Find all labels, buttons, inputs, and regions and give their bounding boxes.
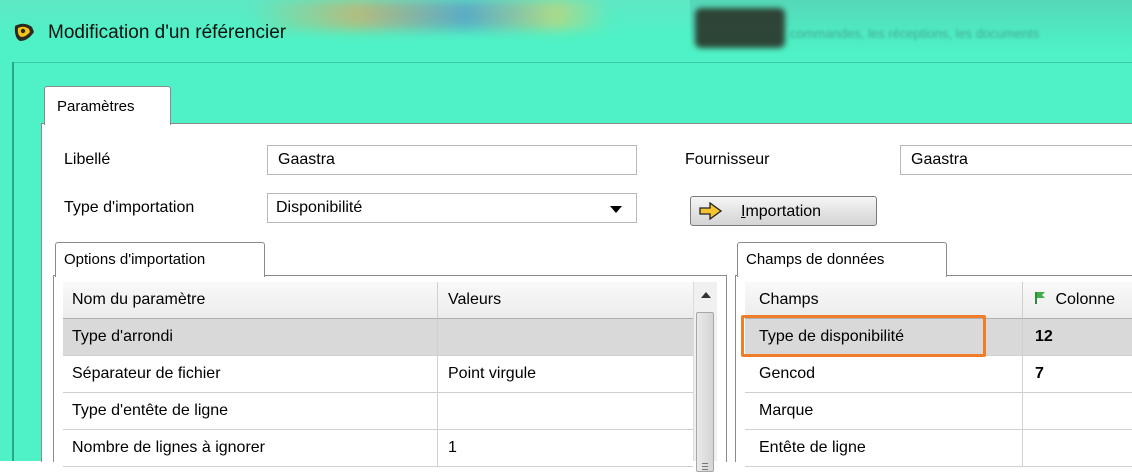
fields-table: Champs Colonne Type de disponibilité 12 … [745, 282, 1132, 467]
importation-button[interactable]: Importation [690, 196, 877, 226]
table-row[interactable]: Nombre de lignes à ignorer 1 [63, 430, 693, 467]
divider [14, 62, 1132, 63]
fournisseur-value: Gaastra [911, 151, 968, 168]
field-name: Gencod [759, 365, 816, 382]
table-row[interactable]: Marque [745, 393, 1132, 430]
background-blur [250, 0, 610, 30]
chevron-up-icon [701, 292, 711, 298]
fournisseur-label: Fournisseur [685, 151, 770, 168]
title-bar[interactable]: commandes, les réceptions, les documents… [0, 0, 1132, 62]
scroll-up-button[interactable] [694, 282, 717, 310]
arrow-right-icon [699, 202, 723, 220]
param-value[interactable] [437, 319, 693, 355]
libelle-value: Gaastra [278, 151, 335, 168]
column-header[interactable]: Champs [759, 282, 819, 318]
grip-line [702, 469, 708, 470]
tab-options-importation[interactable]: Options d'importation [55, 242, 265, 277]
field-column[interactable]: 12 [1022, 319, 1132, 355]
field-column[interactable] [1022, 393, 1132, 429]
param-name: Type d'arrondi [72, 328, 173, 345]
column-header[interactable]: Nom du paramètre [72, 282, 205, 318]
libelle-label: Libellé [64, 151, 111, 168]
tab-label: Paramètres [57, 98, 135, 115]
param-value[interactable]: Point virgule [437, 356, 693, 392]
table-row[interactable]: Type d'entête de ligne [63, 393, 693, 430]
vertical-scrollbar[interactable] [693, 282, 717, 472]
param-name: Type d'entête de ligne [72, 402, 229, 419]
fournisseur-field[interactable]: Gaastra [900, 145, 1132, 175]
table-row[interactable]: Type d'arrondi [63, 319, 693, 356]
table-row[interactable]: Entête de ligne [745, 430, 1132, 467]
grip-line [702, 463, 708, 464]
type-import-value: Disponibilité [276, 199, 363, 216]
field-name: Marque [759, 402, 814, 419]
app-icon[interactable] [12, 22, 36, 44]
column-header[interactable]: Colonne [1022, 282, 1115, 318]
divider [12, 62, 14, 461]
highlight-annotation [741, 315, 986, 357]
scroll-thumb[interactable] [696, 312, 714, 472]
column-header-label: Colonne [1055, 291, 1116, 308]
table-row[interactable]: Séparateur de fichier Point virgule [63, 356, 693, 393]
tab-label: Champs de données [746, 251, 885, 268]
type-import-select[interactable]: Disponibilité [267, 193, 637, 223]
field-column[interactable]: 7 [1022, 356, 1132, 392]
grip-line [702, 466, 708, 467]
column-header[interactable]: Valeurs [437, 282, 501, 318]
sort-flag-icon [1035, 292, 1045, 304]
tab-champs-donnees[interactable]: Champs de données [737, 242, 947, 277]
param-name: Séparateur de fichier [72, 365, 221, 382]
tab-parametres[interactable]: Paramètres [44, 86, 171, 125]
tab-label: Options d'importation [64, 251, 206, 268]
chevron-down-icon [610, 206, 622, 213]
type-import-label: Type d'importation [64, 199, 195, 216]
table-header: Champs Colonne [745, 282, 1132, 319]
param-value[interactable] [437, 393, 693, 429]
libelle-field[interactable]: Gaastra [267, 145, 637, 175]
table-row[interactable]: Gencod 7 [745, 356, 1132, 393]
importation-button-label: Importation [741, 203, 822, 220]
window-title: Modification d'un référencier [48, 22, 287, 43]
table-header: Nom du paramètre Valeurs [63, 282, 693, 319]
window-frame [0, 62, 12, 461]
background-blur [695, 8, 785, 48]
options-table: Nom du paramètre Valeurs Type d'arrondi … [63, 282, 693, 467]
background-window-text: commandes, les réceptions, les documents [790, 26, 1040, 41]
